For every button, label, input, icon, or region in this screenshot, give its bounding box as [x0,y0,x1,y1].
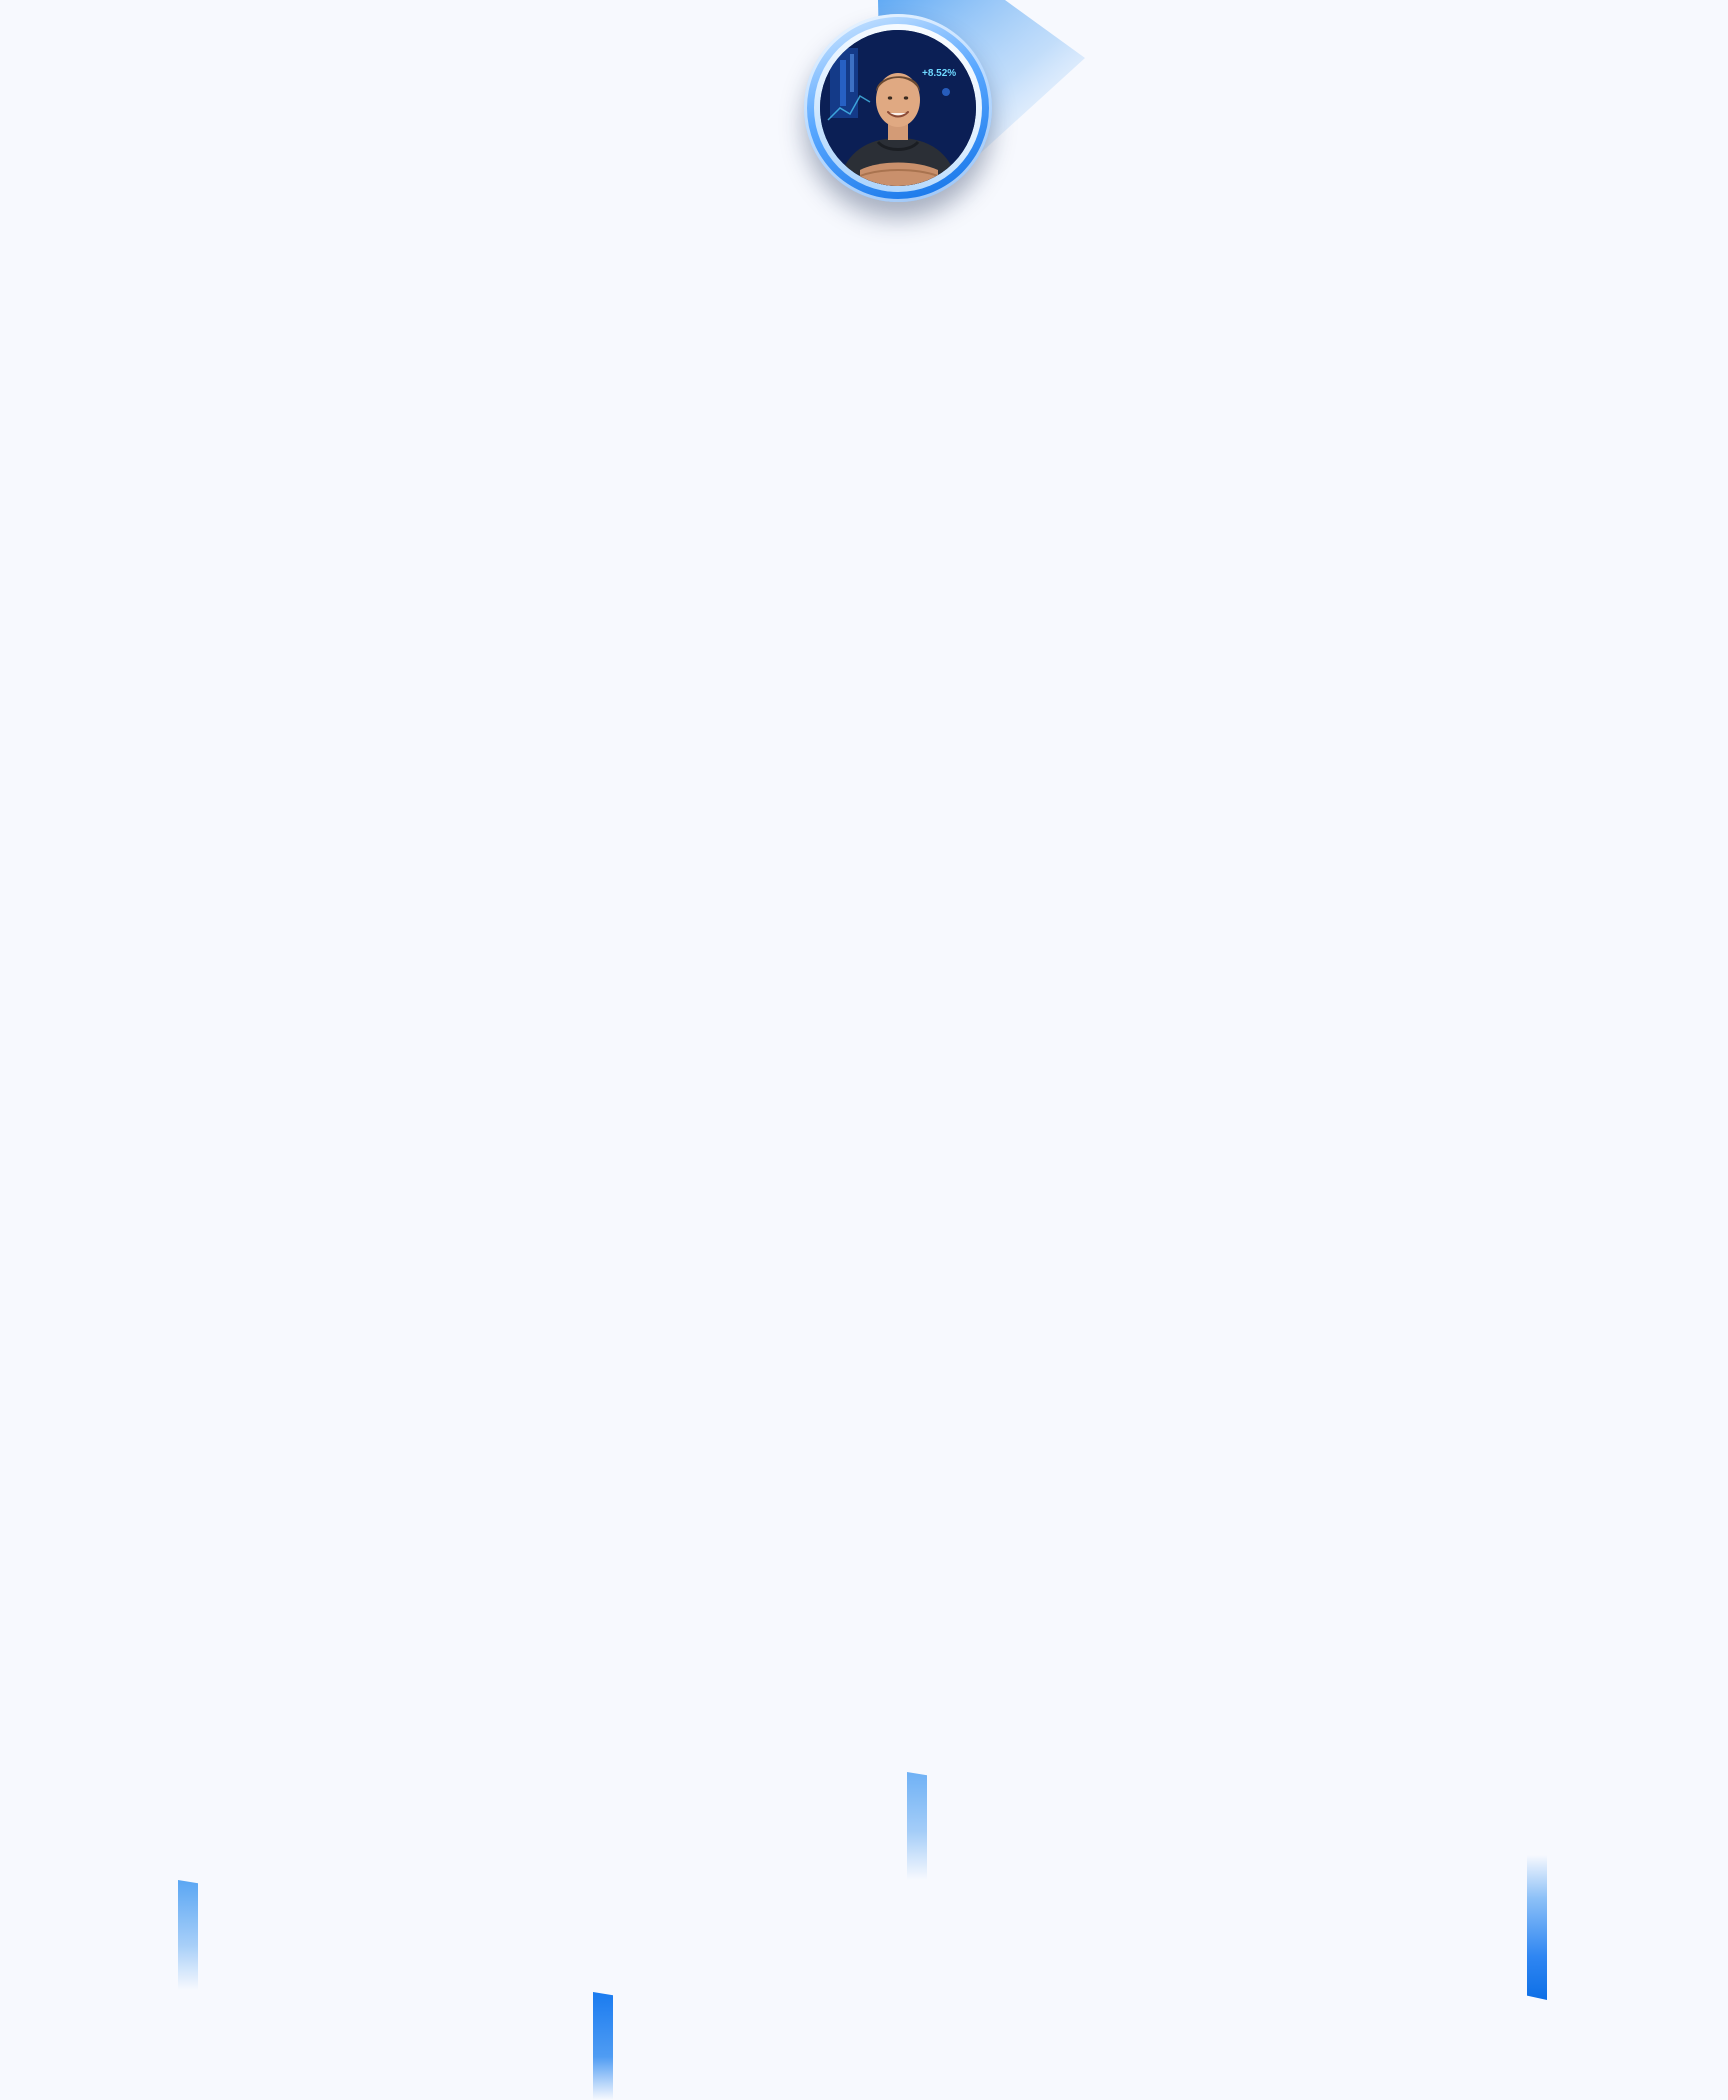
avatar-photo: +8.52% [820,30,976,186]
decorative-bar [593,1992,613,2100]
avatar[interactable]: +8.52% [804,14,992,202]
page: +8.52% [0,0,1728,2100]
decorative-bar [178,1880,198,1990]
decorative-bar [907,1772,927,1880]
person-portrait-icon: +8.52% [820,30,976,186]
decorative-bar [1527,1855,1547,2000]
photo-overlay-text: +8.52% [922,68,956,79]
